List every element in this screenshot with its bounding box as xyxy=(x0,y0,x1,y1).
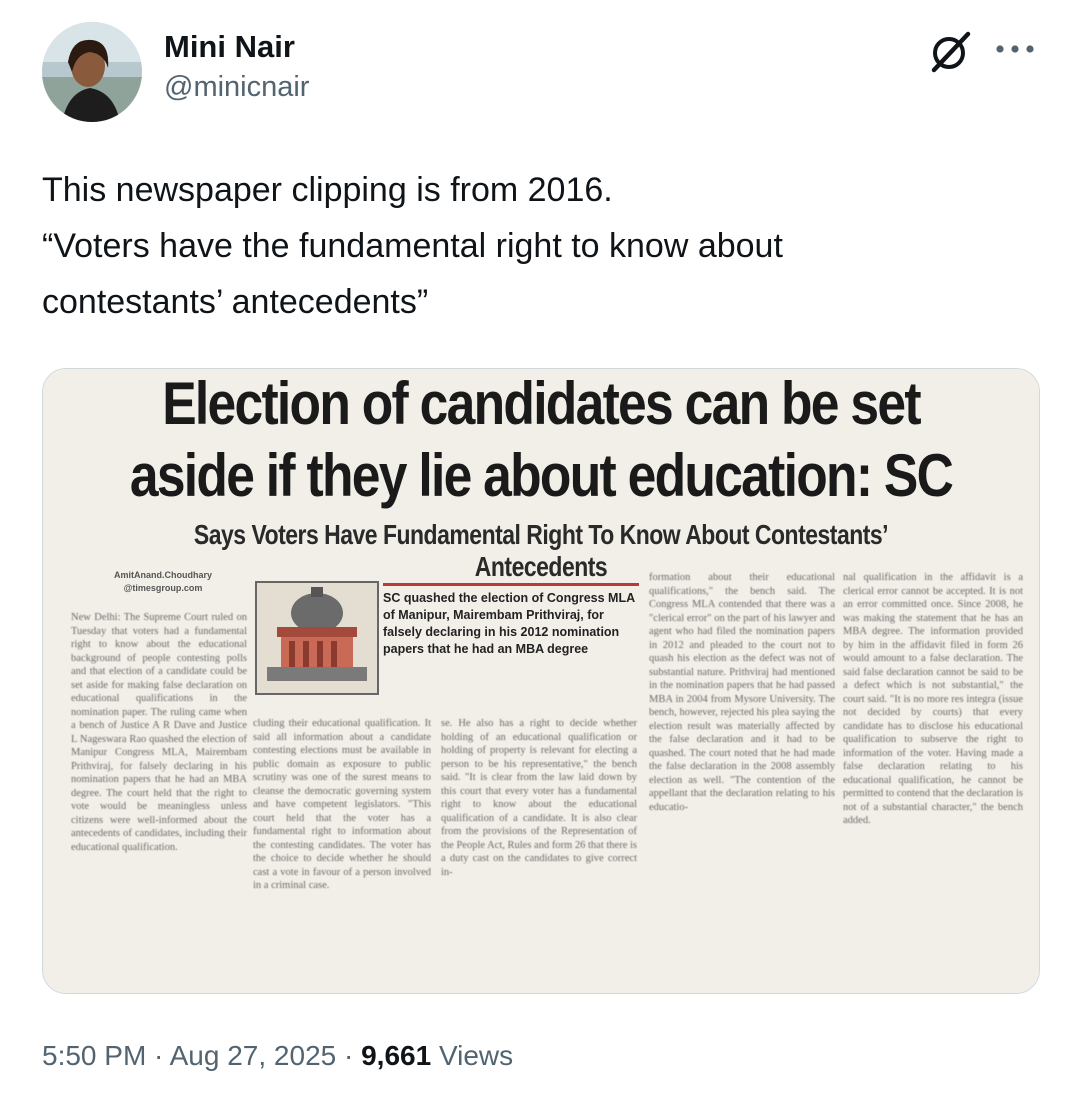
clipping-headline-line2: aside if they lie about education: SC xyxy=(129,442,954,509)
author-display-name[interactable]: Mini Nair xyxy=(164,28,309,66)
clipping-byline: AmitAnand.Choudhary @timesgroup.com xyxy=(114,570,212,593)
tweet-time[interactable]: 5:50 PM xyxy=(42,1040,146,1071)
tweet-header: Mini Nair @minicnair xyxy=(42,22,1042,132)
author-info: Mini Nair @minicnair xyxy=(164,28,309,106)
clipping-column: formation about their educational qualif… xyxy=(649,572,835,813)
tweet-text-line: contestants’ antecedents” xyxy=(42,283,429,321)
clipping-pullquote: SC quashed the election of Congress MLA … xyxy=(383,583,639,658)
clipping-column: New Delhi: The Supreme Court ruled on Tu… xyxy=(71,612,247,853)
tweet-date[interactable]: Aug 27, 2025 xyxy=(170,1040,337,1071)
tweet-text-line: This newspaper clipping is from 2016. xyxy=(42,171,613,209)
grok-icon[interactable] xyxy=(928,28,974,74)
clipping-headline-line1: Election of candidates can be set xyxy=(162,370,921,437)
separator-dot: · xyxy=(336,1040,362,1071)
clipping-column: nal qualification in the affidavit is a … xyxy=(843,572,1023,826)
more-options-icon[interactable] xyxy=(989,34,1041,64)
tweet-text-line: “Voters have the fundamental right to kn… xyxy=(42,227,783,265)
clipping-column: cluding their educational qualification.… xyxy=(253,718,431,891)
separator-dot: · xyxy=(146,1040,170,1071)
avatar-image xyxy=(42,22,142,122)
newspaper-clipping: Election of candidates can be set aside … xyxy=(43,369,1039,993)
views-count[interactable]: 9,661 xyxy=(361,1040,431,1071)
tweet-text: This newspaper clipping is from 2016. “V… xyxy=(42,162,1042,330)
tweet-media-image[interactable]: Election of candidates can be set aside … xyxy=(42,368,1040,994)
supreme-court-photo xyxy=(255,581,379,695)
user-avatar[interactable] xyxy=(42,22,142,122)
views-label: Views xyxy=(431,1040,514,1071)
clipping-column: se. He also has a right to decide whethe… xyxy=(441,718,637,878)
tweet-metadata: 5:50 PM · Aug 27, 2025 · 9,661 Views xyxy=(42,1040,513,1072)
author-handle[interactable]: @minicnair xyxy=(164,68,309,106)
